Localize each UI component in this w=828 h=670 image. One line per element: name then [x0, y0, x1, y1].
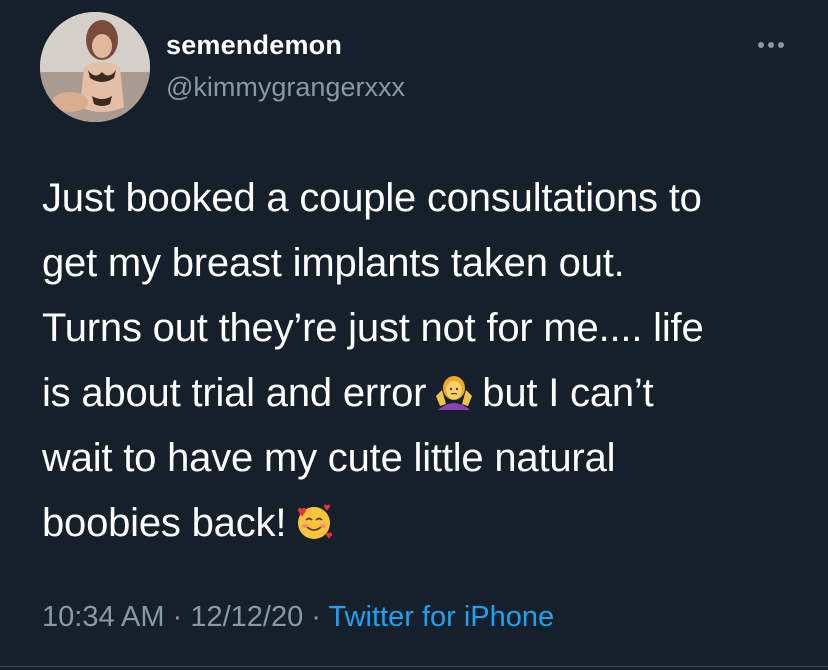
meta-separator: · [311, 601, 321, 633]
tweet-text: Just booked a couple consultations to ge… [42, 166, 802, 556]
divider [0, 666, 828, 667]
tweet-line: wait to have my cute little natural [42, 436, 616, 480]
more-horizontal-icon [758, 42, 764, 48]
tweet-line-part: is about trial and error [42, 371, 427, 415]
tweet-line: boobies back! [42, 491, 802, 556]
display-name[interactable]: semendemon [166, 30, 342, 61]
tweet-date[interactable]: 12/12/20 [190, 601, 303, 633]
user-handle[interactable]: @kimmygrangerxxx [166, 72, 405, 103]
avatar-image [40, 12, 150, 122]
tweet-time[interactable]: 10:34 AM [42, 601, 165, 633]
avatar[interactable] [40, 12, 150, 122]
tweet-line: is about trial and error but I can’t [42, 361, 802, 426]
tweet-meta: 10:34 AM · 12/12/20 · Twitter for iPhone [42, 601, 554, 634]
meta-separator: · [172, 601, 183, 633]
more-dot [768, 42, 774, 48]
tweet-source-link[interactable]: Twitter for iPhone [329, 601, 555, 633]
more-options-button[interactable] [748, 30, 794, 60]
smiling-face-with-hearts-emoji [298, 504, 333, 539]
tweet-line: Just booked a couple consultations to [42, 176, 702, 220]
more-dot [778, 42, 784, 48]
person-shrugging-emoji [436, 376, 473, 410]
tweet-line: Turns out they’re just not for me.... li… [42, 306, 704, 350]
tweet-line-part: but I can’t [482, 371, 654, 415]
tweet-line: get my breast implants taken out. [42, 241, 625, 285]
tweet-line-part: boobies back! [42, 501, 287, 545]
